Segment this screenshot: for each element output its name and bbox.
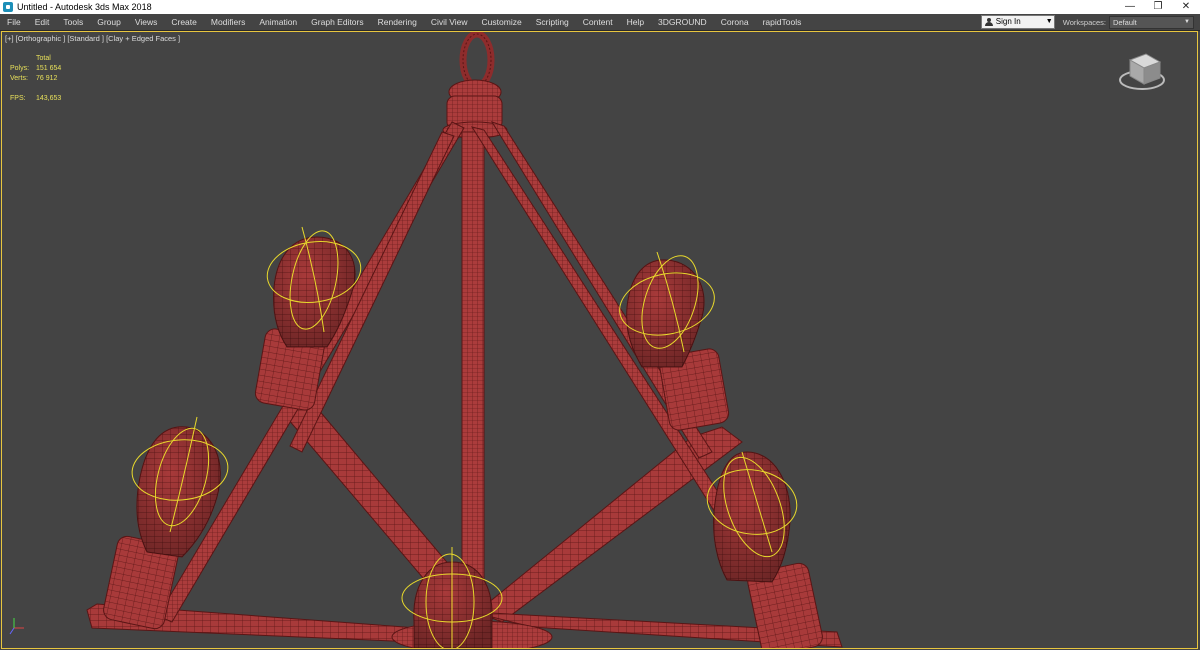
- menu-bar: File Edit Tools Group Views Create Modif…: [0, 14, 1200, 31]
- menu-animation[interactable]: Animation: [252, 14, 304, 30]
- app-logo-icon: [3, 2, 13, 12]
- menu-tools[interactable]: Tools: [56, 14, 90, 30]
- menu-corona[interactable]: Corona: [714, 14, 756, 30]
- menu-group[interactable]: Group: [90, 14, 128, 30]
- menu-civil-view[interactable]: Civil View: [424, 14, 475, 30]
- workspaces-value: Default: [1113, 17, 1137, 27]
- stats-spacer: [10, 54, 36, 64]
- menu-rendering[interactable]: Rendering: [371, 14, 424, 30]
- stats-total-row: Total: [10, 54, 76, 64]
- user-icon: [984, 18, 993, 26]
- menu-modifiers[interactable]: Modifiers: [204, 14, 252, 30]
- viewport-label[interactable]: [+] [Orthographic ] [Standard ] [Clay + …: [5, 34, 180, 43]
- menu-views[interactable]: Views: [128, 14, 165, 30]
- stats-fps-row: FPS: 143,653: [10, 94, 76, 104]
- menu-create[interactable]: Create: [164, 14, 204, 30]
- central-rod[interactable]: [461, 131, 485, 603]
- menu-customize[interactable]: Customize: [475, 14, 529, 30]
- sign-in-label: Sign In: [995, 17, 1021, 26]
- menu-graph-editors[interactable]: Graph Editors: [304, 14, 370, 30]
- menu-rapidtools[interactable]: rapidTools: [756, 14, 809, 30]
- stats-fps-label: FPS:: [10, 95, 26, 102]
- menu-content[interactable]: Content: [576, 14, 620, 30]
- menu-scripting[interactable]: Scripting: [529, 14, 576, 30]
- axis-tripod-icon: [9, 618, 24, 635]
- stats-total-label: Total: [36, 55, 51, 62]
- stats-polys-label: Polys:: [10, 65, 30, 72]
- chain-hook[interactable]: [459, 32, 495, 90]
- title-bar: Untitled - Autodesk 3ds Max 2018 — ❐ ✕: [0, 0, 1200, 14]
- perspective-viewport[interactable]: [+] [Orthographic ] [Standard ] [Clay + …: [1, 31, 1198, 649]
- window-title: Untitled - Autodesk 3ds Max 2018: [17, 2, 152, 12]
- statistics-overlay: Total Polys: 151 654 Verts: 76 912 FPS: …: [10, 54, 76, 104]
- chevron-down-icon: ▼: [1045, 18, 1053, 25]
- menu-file[interactable]: File: [0, 14, 28, 30]
- workspaces-select[interactable]: Default ▼: [1109, 15, 1194, 29]
- minimize-button[interactable]: —: [1116, 0, 1144, 14]
- sign-in-dropdown[interactable]: Sign In ▼: [980, 15, 1055, 29]
- chevron-down-icon: ▼: [1184, 18, 1190, 25]
- stats-verts-row: Verts: 76 912: [10, 74, 76, 84]
- viewcube-icon[interactable]: [1119, 53, 1165, 90]
- workspaces-label: Workspaces:: [1062, 17, 1106, 27]
- menu-edit[interactable]: Edit: [28, 14, 57, 30]
- menu-3dground[interactable]: 3DGROUND: [651, 14, 714, 30]
- scene-canvas[interactable]: [2, 32, 1197, 648]
- stats-verts-value: 76 912: [36, 75, 58, 82]
- stats-fps-value: 143,653: [36, 95, 62, 102]
- restore-button[interactable]: ❐: [1144, 0, 1172, 14]
- close-button[interactable]: ✕: [1172, 0, 1200, 14]
- stats-polys-value: 151 654: [36, 65, 62, 72]
- menu-help[interactable]: Help: [620, 14, 651, 30]
- stats-polys-row: Polys: 151 654: [10, 64, 76, 74]
- stats-verts-label: Verts:: [10, 75, 28, 82]
